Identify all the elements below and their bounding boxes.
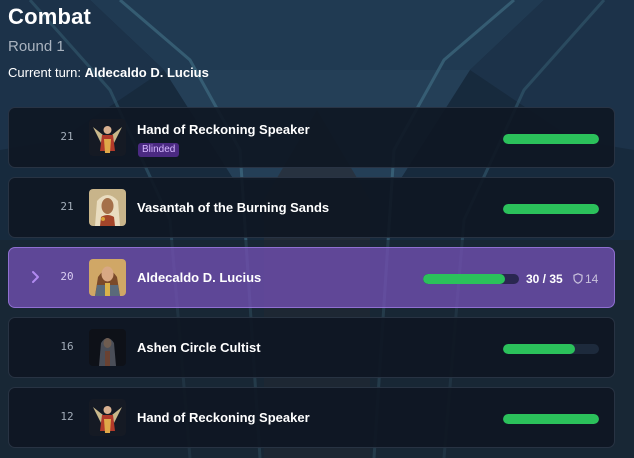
current-turn-name: Aldecaldo D. Lucius	[84, 65, 209, 80]
hp-bar-fill	[423, 274, 506, 284]
hp-bar	[503, 204, 599, 214]
initiative-value: 21	[60, 130, 74, 143]
initiative-value: 21	[60, 200, 74, 213]
hooded-figure-icon	[89, 189, 126, 226]
round-indicator: Round 1	[8, 38, 65, 55]
combatant-row[interactable]: 12 Hand of Reckoning Speaker	[8, 387, 615, 448]
combatant-name: Aldecaldo D. Lucius	[137, 270, 262, 285]
cultist-icon	[89, 329, 126, 366]
winged-warrior-icon	[89, 119, 126, 156]
combatant-row[interactable]: 21 Hand of Reckoning Speaker Blinded	[8, 107, 615, 168]
current-turn-label: Current turn:	[8, 65, 81, 80]
page-title: Combat	[8, 4, 92, 29]
combatant-name: Vasantah of the Burning Sands	[137, 200, 330, 215]
combatant-row[interactable]: 21 Vasantah of the Burning Sands	[8, 177, 615, 238]
current-turn: Current turn: Aldecaldo D. Lucius	[8, 65, 209, 80]
hp-bar-fill	[503, 134, 599, 144]
initiative-value: 12	[60, 410, 74, 423]
hp-bar	[503, 344, 599, 354]
armored-hero-icon	[89, 259, 126, 296]
hp-bar-fill	[503, 414, 599, 424]
hp-bar	[423, 274, 519, 284]
hp-value: 30 / 35	[526, 272, 563, 286]
hp-bar-fill	[503, 204, 599, 214]
combatant-name: Hand of Reckoning Speaker	[137, 122, 310, 137]
initiative-list: 21 Hand of Reckoning Speaker Blinded 21	[8, 107, 615, 457]
initiative-value: 20	[60, 270, 74, 283]
condition-badge[interactable]: Blinded	[138, 143, 180, 157]
hp-bar	[503, 414, 599, 424]
initiative-value: 16	[60, 340, 74, 353]
combatant-name: Ashen Circle Cultist	[137, 340, 261, 355]
combatant-row-active[interactable]: 20 Aldecaldo D. Lucius 30 / 35 14	[8, 247, 615, 308]
winged-warrior-icon	[89, 399, 126, 436]
hp-bar	[503, 134, 599, 144]
chevron-right-icon	[32, 271, 39, 283]
combatant-name: Hand of Reckoning Speaker	[137, 410, 310, 425]
shield-icon	[573, 273, 583, 284]
hp-bar-fill	[503, 344, 575, 354]
combatant-row[interactable]: 16 Ashen Circle Cultist	[8, 317, 615, 378]
armor-class: 14	[573, 272, 598, 286]
armor-class-value: 14	[585, 272, 599, 286]
